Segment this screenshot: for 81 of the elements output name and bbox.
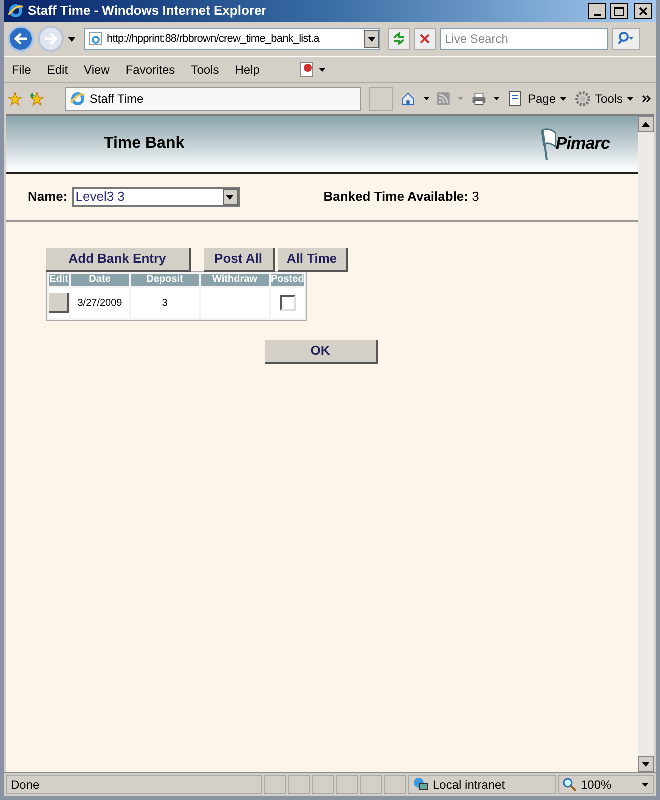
scroll-up-button[interactable]	[638, 116, 654, 132]
browser-tab[interactable]: Staff Time	[64, 86, 361, 110]
name-dropdown[interactable]: Level3 3	[72, 187, 240, 207]
status-panel	[312, 775, 334, 794]
ok-button[interactable]: OK	[265, 340, 378, 364]
status-panel	[336, 775, 358, 794]
menu-item[interactable]: Help	[235, 60, 260, 78]
dropdown-caret-icon[interactable]	[68, 36, 76, 42]
search-field[interactable]: Live Search	[440, 28, 608, 50]
scroll-down-button[interactable]	[638, 756, 654, 772]
add-star-icon[interactable]	[30, 90, 45, 108]
column-header: Date	[71, 274, 129, 286]
up-arrow-icon	[642, 122, 650, 126]
deposit-cell: 3	[131, 288, 199, 318]
action-button[interactable]: All Time	[278, 248, 348, 272]
status-text: Done	[6, 775, 262, 794]
dropdown-caret-icon	[627, 96, 634, 100]
command-button[interactable]: Tools	[575, 90, 634, 108]
printer-icon[interactable]	[472, 90, 486, 106]
dropdown-caret-icon[interactable]	[424, 96, 430, 100]
address-field[interactable]: http://hpprint:88/rbbrown/crew_time_bank_list.a	[84, 28, 380, 50]
page-icon	[89, 32, 103, 46]
back-button[interactable]	[8, 26, 34, 52]
minimize-button[interactable]	[588, 3, 606, 19]
forward-arrow-icon	[44, 33, 58, 45]
dropdown-caret-icon[interactable]	[364, 30, 379, 48]
close-icon	[420, 34, 430, 44]
down-arrow-icon	[642, 762, 650, 766]
status-panel	[360, 775, 382, 794]
action-button[interactable]: Post All	[204, 248, 275, 272]
posted-checkbox[interactable]	[280, 295, 296, 311]
star-icon[interactable]	[8, 90, 22, 108]
command-button[interactable]: Page	[508, 90, 568, 108]
network-icon	[413, 776, 429, 792]
status-panel	[384, 775, 406, 794]
action-button[interactable]: Add Bank Entry	[46, 248, 191, 272]
minimize-icon	[594, 14, 600, 16]
chevron-icon[interactable]	[642, 94, 652, 102]
dropdown-caret-icon[interactable]	[222, 189, 238, 205]
column-header: Deposit	[131, 274, 199, 286]
zoom-control[interactable]: 100%	[558, 775, 654, 794]
menu-item[interactable]: Favorites	[126, 60, 176, 78]
vertical-scrollbar[interactable]	[638, 116, 654, 772]
back-arrow-icon	[14, 33, 28, 45]
status-panel	[264, 775, 286, 794]
window-title: Staff Time - Windows Internet Explorer	[28, 2, 268, 20]
close-button[interactable]	[634, 3, 652, 19]
page-icon	[508, 90, 524, 106]
browser-icon	[70, 90, 86, 106]
zone-text: Local intranet	[433, 776, 506, 794]
dropdown-caret-icon	[560, 96, 568, 100]
column-header: Edit	[49, 274, 69, 286]
banked-time-text: Banked Time Available: 3	[324, 188, 480, 206]
date-cell: 3/27/2009	[71, 288, 129, 318]
dropdown-caret-icon[interactable]	[494, 96, 500, 100]
menu-item[interactable]: Edit	[47, 60, 68, 78]
maximize-icon	[614, 6, 624, 16]
menu-item[interactable]: File	[12, 60, 32, 78]
column-header: Posted	[271, 274, 304, 286]
page-title: Time Bank	[104, 134, 185, 154]
pdf-icon[interactable]	[300, 62, 326, 78]
column-header: Withdraw	[201, 274, 269, 286]
name-label: Name:	[28, 188, 68, 206]
status-panel	[288, 775, 310, 794]
menu-item[interactable]: View	[84, 60, 110, 78]
gear-icon	[575, 90, 592, 106]
search-button[interactable]	[612, 28, 640, 50]
logo-text: Pimarc	[556, 133, 610, 156]
refresh-button[interactable]	[388, 28, 410, 50]
close-icon	[638, 6, 648, 16]
search-icon	[617, 32, 635, 46]
stop-button[interactable]	[414, 28, 436, 50]
refresh-icon	[392, 32, 406, 46]
maximize-button[interactable]	[610, 3, 628, 19]
zoom-icon	[563, 778, 577, 792]
menu-item[interactable]: Tools	[191, 60, 220, 78]
edit-button[interactable]	[49, 293, 69, 313]
flag-icon	[540, 127, 556, 161]
browser-icon	[8, 3, 24, 19]
dropdown-caret-icon[interactable]	[642, 782, 649, 786]
home-icon[interactable]	[401, 90, 416, 108]
